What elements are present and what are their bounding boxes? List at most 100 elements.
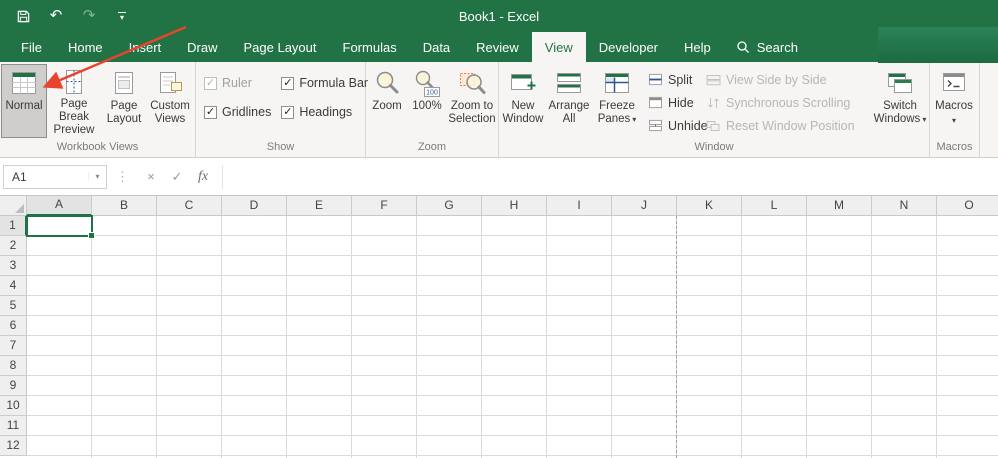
spreadsheet-grid: ABCDEFGHIJKLMNO 1 2 3 4 5 6 7 8 9 10 11 12 bbox=[0, 196, 998, 458]
tab-home[interactable]: Home bbox=[55, 32, 116, 62]
new-window-button[interactable]: New Window bbox=[500, 64, 546, 138]
row-header-12[interactable]: 12 bbox=[0, 436, 27, 456]
insert-function-button[interactable]: fx bbox=[190, 169, 216, 185]
name-box-value: A1 bbox=[12, 169, 27, 184]
row-header-11[interactable]: 11 bbox=[0, 416, 27, 436]
row-header-8[interactable]: 8 bbox=[0, 356, 27, 376]
view-side-by-side-icon bbox=[706, 74, 721, 86]
row-header-5[interactable]: 5 bbox=[0, 296, 27, 316]
tab-review[interactable]: Review bbox=[463, 32, 532, 62]
tab-insert[interactable]: Insert bbox=[116, 32, 175, 62]
page-break-line bbox=[676, 216, 677, 458]
tab-help[interactable]: Help bbox=[671, 32, 724, 62]
tab-data[interactable]: Data bbox=[410, 32, 463, 62]
gridlines-checkbox[interactable]: ✓ Gridlines bbox=[204, 105, 271, 119]
zoom-button[interactable]: Zoom bbox=[367, 64, 407, 138]
column-header-I[interactable]: I bbox=[547, 196, 612, 216]
page-break-preview-button[interactable]: Page Break Preview bbox=[47, 64, 101, 138]
normal-view-button[interactable]: Normal bbox=[1, 64, 47, 138]
formula-bar-checkbox[interactable]: ✓ Formula Bar bbox=[281, 76, 368, 90]
name-box[interactable]: A1 ▾ bbox=[3, 164, 107, 189]
headings-checkbox[interactable]: ✓ Headings bbox=[281, 105, 368, 119]
tab-file[interactable]: File bbox=[8, 32, 55, 62]
page-break-preview-label: Page Break Preview bbox=[53, 98, 95, 136]
undo-icon[interactable]: ↶ bbox=[47, 7, 65, 25]
save-icon[interactable] bbox=[14, 7, 32, 25]
row-header-9[interactable]: 9 bbox=[0, 376, 27, 396]
row-header-6[interactable]: 6 bbox=[0, 316, 27, 336]
gridlines-checkbox-label: Gridlines bbox=[222, 105, 272, 119]
macros-icon bbox=[939, 68, 969, 98]
group-show: ✓ Ruler ✓ Gridlines ✓ Formula Bar ✓ Head… bbox=[196, 62, 368, 157]
ruler-checkbox[interactable]: ✓ Ruler bbox=[204, 76, 271, 90]
normal-view-label: Normal bbox=[5, 100, 43, 112]
svg-text:100: 100 bbox=[426, 90, 438, 97]
split-label: Split bbox=[668, 72, 693, 87]
split-icon bbox=[648, 73, 663, 86]
quick-access-toolbar: ↶ ↷ ▾ bbox=[0, 7, 131, 25]
search-box[interactable]: Search bbox=[724, 32, 810, 62]
cells-area[interactable] bbox=[27, 216, 998, 458]
new-window-icon bbox=[508, 68, 538, 98]
zoom-to-selection-icon bbox=[457, 68, 487, 98]
column-header-G[interactable]: G bbox=[417, 196, 482, 216]
hide-button[interactable]: Hide bbox=[648, 93, 696, 112]
tab-formulas[interactable]: Formulas bbox=[330, 32, 410, 62]
normal-view-icon bbox=[9, 68, 39, 98]
cancel-button[interactable]: × bbox=[138, 169, 164, 184]
column-header-E[interactable]: E bbox=[287, 196, 352, 216]
column-header-H[interactable]: H bbox=[482, 196, 547, 216]
zoom-to-selection-button[interactable]: Zoom to Selection bbox=[447, 64, 497, 138]
tab-developer[interactable]: Developer bbox=[586, 32, 671, 62]
ribbon-filler bbox=[980, 62, 998, 157]
column-header-B[interactable]: B bbox=[92, 196, 157, 216]
zoom-100-button[interactable]: 100 100% bbox=[407, 64, 447, 138]
hide-label: Hide bbox=[668, 95, 694, 110]
column-header-A[interactable]: A bbox=[27, 196, 92, 216]
select-all-corner[interactable] bbox=[0, 196, 27, 216]
freeze-panes-button[interactable]: Freeze Panes ▾ bbox=[592, 64, 642, 138]
search-label: Search bbox=[756, 39, 798, 55]
formula-bar-checkbox-box: ✓ bbox=[281, 76, 295, 90]
column-header-J[interactable]: J bbox=[612, 196, 677, 216]
formula-bar-checkbox-label: Formula Bar bbox=[299, 76, 369, 90]
zoom-group-label: Zoom bbox=[417, 141, 447, 153]
tab-page-layout[interactable]: Page Layout bbox=[231, 32, 330, 62]
column-header-F[interactable]: F bbox=[352, 196, 417, 216]
column-header-L[interactable]: L bbox=[742, 196, 807, 216]
switch-windows-button[interactable]: Switch Windows ▾ bbox=[872, 64, 928, 138]
row-header-10[interactable]: 10 bbox=[0, 396, 27, 416]
macros-button[interactable]: Macros ▾ bbox=[931, 64, 977, 138]
column-header-K[interactable]: K bbox=[677, 196, 742, 216]
column-header-C[interactable]: C bbox=[157, 196, 222, 216]
unhide-icon bbox=[648, 119, 663, 132]
synchronous-scrolling-label: Synchronous Scrolling bbox=[726, 95, 851, 110]
unhide-button[interactable]: Unhide bbox=[648, 116, 708, 135]
column-header-D[interactable]: D bbox=[222, 196, 287, 216]
tab-view[interactable]: View bbox=[531, 32, 586, 62]
group-workbook-views: Normal Page Break Preview Page Layout Cu… bbox=[0, 62, 196, 157]
row-header-1[interactable]: 1 bbox=[0, 216, 27, 236]
hide-icon bbox=[648, 96, 663, 109]
formula-input[interactable] bbox=[222, 164, 998, 189]
arrange-all-button[interactable]: Arrange All bbox=[546, 64, 592, 138]
column-header-O[interactable]: O bbox=[937, 196, 998, 216]
name-box-dropdown-icon[interactable]: ▾ bbox=[88, 172, 106, 181]
tab-draw[interactable]: Draw bbox=[174, 32, 230, 62]
split-button[interactable]: Split bbox=[648, 70, 696, 89]
enter-button[interactable]: ✓ bbox=[164, 169, 190, 185]
headings-checkbox-box: ✓ bbox=[281, 105, 295, 119]
customize-quick-access-icon[interactable]: ▾ bbox=[113, 7, 131, 25]
row-header-7[interactable]: 7 bbox=[0, 336, 27, 356]
column-header-N[interactable]: N bbox=[872, 196, 937, 216]
zoom-icon bbox=[372, 68, 402, 98]
synchronous-scrolling-icon bbox=[706, 97, 721, 109]
page-layout-view-button[interactable]: Page Layout bbox=[101, 64, 147, 138]
view-side-by-side-button: View Side by Side bbox=[706, 70, 868, 89]
column-header-M[interactable]: M bbox=[807, 196, 872, 216]
row-header-2[interactable]: 2 bbox=[0, 236, 27, 256]
row-header-3[interactable]: 3 bbox=[0, 256, 27, 276]
row-header-4[interactable]: 4 bbox=[0, 276, 27, 296]
group-zoom: Zoom 100 100% Zoom to Selection Zoom bbox=[366, 62, 499, 157]
custom-views-button[interactable]: Custom Views bbox=[147, 64, 193, 138]
